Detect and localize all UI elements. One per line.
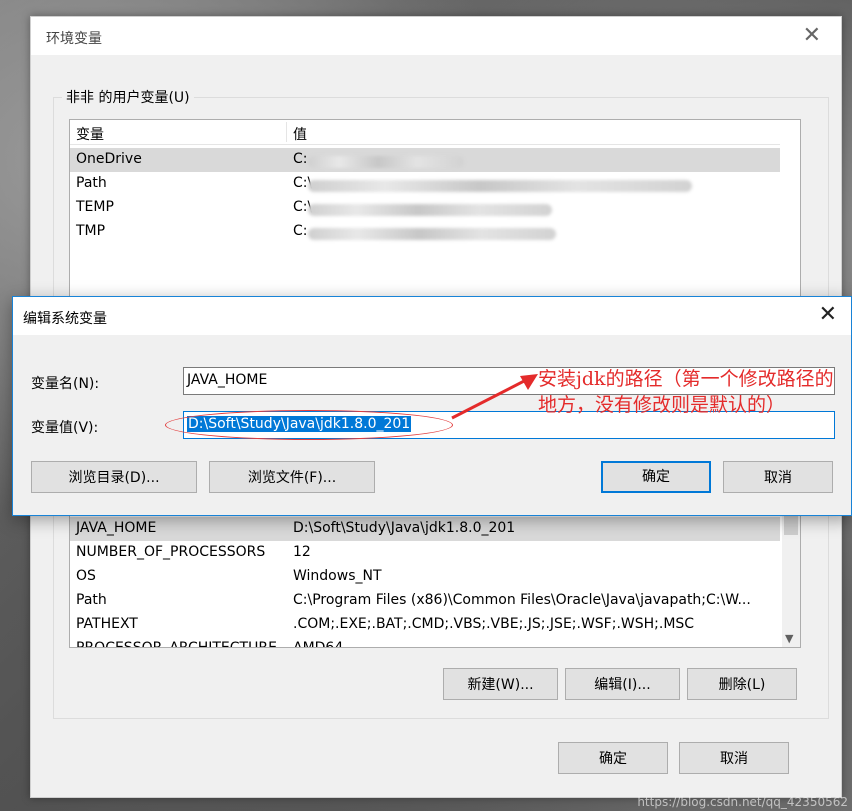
dialog-title: 编辑系统变量 <box>23 311 107 327</box>
user-variables-list[interactable]: 变量 值 OneDrive C: Path C:\ TEMP C:\ TMP C… <box>69 119 801 311</box>
variable-value: D:\Soft\Study\Java\jdk1.8.0_201 <box>293 520 516 536</box>
variable-value: AMD64 <box>293 640 344 648</box>
variable-name: OS <box>76 568 96 584</box>
dialog-titlebar: 编辑系统变量 ✕ <box>13 297 851 335</box>
table-row[interactable]: PROCESSOR_ARCHITECTURE AMD64 <box>70 637 780 648</box>
table-row[interactable]: TEMP C:\ <box>70 196 780 220</box>
vertical-scrollbar[interactable]: ▼ <box>782 511 800 647</box>
browse-file-button[interactable]: 浏览文件(F)... <box>209 461 375 493</box>
variable-name: TMP <box>76 223 106 239</box>
delete-button[interactable]: 删除(L) <box>687 668 797 700</box>
table-row[interactable]: TMP C: <box>70 220 780 244</box>
variable-name: JAVA_HOME <box>76 520 157 536</box>
scrollbar-thumb[interactable] <box>784 513 798 535</box>
variable-name: Path <box>76 175 107 191</box>
variable-value: C: <box>293 151 308 167</box>
variable-name: OneDrive <box>76 151 142 167</box>
column-header-value[interactable]: 值 <box>293 124 307 144</box>
table-row[interactable]: JAVA_HOME D:\Soft\Study\Java\jdk1.8.0_20… <box>70 517 780 541</box>
user-variables-label: 非非 的用户变量(U) <box>62 87 194 107</box>
table-row[interactable]: PATHEXT .COM;.EXE;.BAT;.CMD;.VBS;.VBE;.J… <box>70 613 780 637</box>
close-icon[interactable]: ✕ <box>803 23 821 48</box>
list-header: 变量 值 <box>70 120 780 145</box>
system-variables-list[interactable]: JAVA_HOME D:\Soft\Study\Java\jdk1.8.0_20… <box>69 511 801 648</box>
cancel-button[interactable]: 取消 <box>679 742 789 774</box>
redacted-value <box>308 180 692 192</box>
variable-value: .COM;.EXE;.BAT;.CMD;.VBS;.VBE;.JS;.JSE;.… <box>293 616 695 632</box>
redacted-value <box>308 156 464 168</box>
window-titlebar: 环境变量 ✕ <box>31 17 841 55</box>
selected-value-text: D:\Soft\Study\Java\jdk1.8.0_201 <box>187 416 412 432</box>
redacted-value <box>308 228 556 240</box>
ok-button[interactable]: 确定 <box>601 461 711 493</box>
cancel-button[interactable]: 取消 <box>723 461 833 493</box>
ok-button[interactable]: 确定 <box>558 742 668 774</box>
column-header-variable[interactable]: 变量 <box>76 124 104 144</box>
chevron-down-icon[interactable]: ▼ <box>785 632 793 645</box>
variable-name: PATHEXT <box>76 616 138 632</box>
redacted-value <box>308 204 552 216</box>
table-row[interactable]: OneDrive C: <box>70 148 780 172</box>
variable-value: C:\Program Files (x86)\Common Files\Orac… <box>293 592 751 608</box>
annotation-text: 安装jdk的路径（第一个修改路径的地方，没有修改则是默认的） <box>538 368 834 416</box>
table-row[interactable]: NUMBER_OF_PROCESSORS 12 <box>70 541 780 565</box>
browse-directory-button[interactable]: 浏览目录(D)... <box>31 461 197 493</box>
variable-name: PROCESSOR_ARCHITECTURE <box>76 640 277 648</box>
new-button[interactable]: 新建(W)... <box>443 668 558 700</box>
variable-value: Windows_NT <box>293 568 382 584</box>
watermark: https://blog.csdn.net/qq_42350562 <box>637 795 848 809</box>
variable-name: Path <box>76 592 107 608</box>
variable-name-label: 变量名(N): <box>31 376 100 392</box>
variable-value: C: <box>293 223 308 239</box>
table-row[interactable]: Path C:\ <box>70 172 780 196</box>
window-title: 环境变量 <box>46 31 102 47</box>
variable-value-label: 变量值(V): <box>31 420 99 436</box>
variable-value: 12 <box>293 544 311 560</box>
table-row[interactable]: OS Windows_NT <box>70 565 780 589</box>
table-row[interactable]: Path C:\Program Files (x86)\Common Files… <box>70 589 780 613</box>
variable-name-value: JAVA_HOME <box>187 372 268 388</box>
edit-button[interactable]: 编辑(I)... <box>565 668 680 700</box>
variable-name: TEMP <box>76 199 114 215</box>
close-icon[interactable]: ✕ <box>819 302 837 327</box>
variable-name: NUMBER_OF_PROCESSORS <box>76 544 266 560</box>
